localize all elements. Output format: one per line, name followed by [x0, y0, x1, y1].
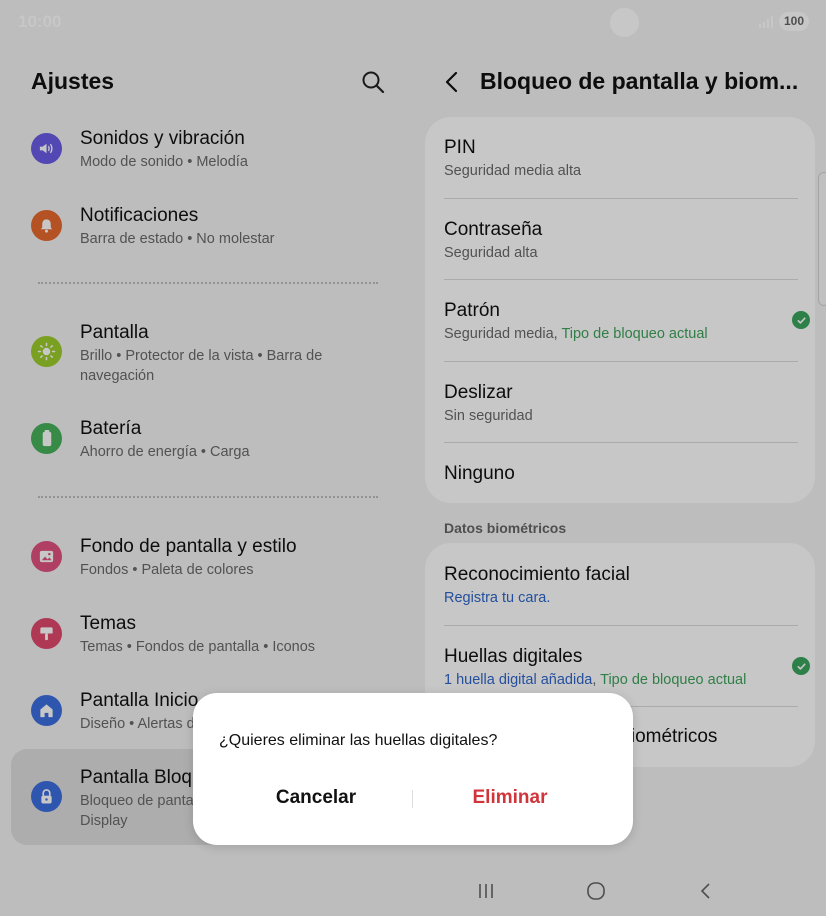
dialog-message: ¿Quieres eliminar las huellas digitales? — [219, 732, 498, 749]
confirm-delete-dialog: ¿Quieres eliminar las huellas digitales?… — [193, 693, 633, 845]
cancel-button[interactable]: Cancelar — [216, 787, 416, 813]
delete-button[interactable]: Eliminar — [410, 787, 610, 813]
settings-screen: 10:00 100 Ajustes Sonidos y vibración Mo… — [0, 0, 826, 916]
